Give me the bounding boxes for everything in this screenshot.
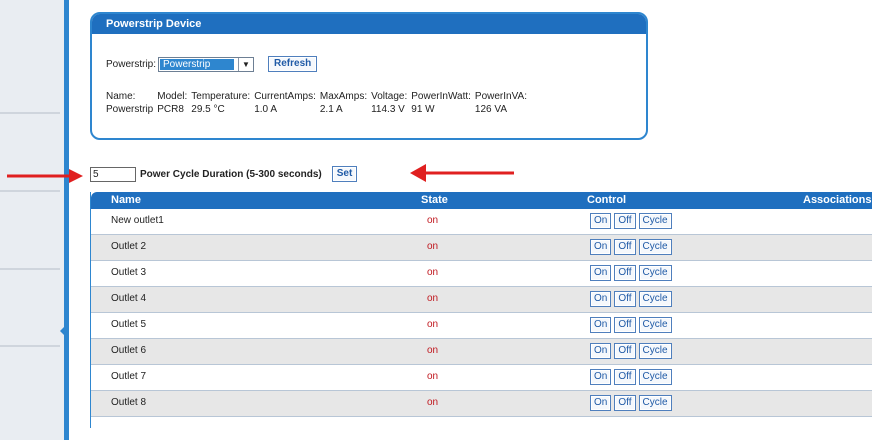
info-power-va: PowerInVA: 126 VA <box>474 91 527 115</box>
outlet-name: Outlet 8 <box>111 397 147 408</box>
duration-label: Power Cycle Duration (5-300 seconds) <box>140 168 322 180</box>
powerstrip-device-panel: Powerstrip Device Powerstrip: Powerstrip… <box>90 12 648 140</box>
header-name: Name <box>111 194 141 206</box>
powerstrip-selected-value: Powerstrip <box>160 58 235 70</box>
set-button[interactable]: Set <box>331 166 358 182</box>
outlet-name: Outlet 3 <box>111 267 147 278</box>
outlet-cycle-button[interactable]: Cycle <box>638 239 672 255</box>
outlet-controls: On Off Cycle <box>590 317 672 333</box>
outlet-off-button[interactable]: Off <box>614 369 636 385</box>
outlet-on-button[interactable]: On <box>590 239 612 255</box>
table-header: Name State Control Associations <box>91 192 872 209</box>
info-current-amps: CurrentAmps: 1.0 A <box>254 91 316 115</box>
outlet-on-button[interactable]: On <box>590 265 612 281</box>
outlet-name: Outlet 2 <box>111 241 147 252</box>
outlet-cycle-button[interactable]: Cycle <box>638 265 672 281</box>
outlet-controls: On Off Cycle <box>590 291 672 307</box>
header-control: Control <box>587 194 627 206</box>
outlet-state: on <box>427 397 439 408</box>
nav-tab-divider <box>0 345 60 347</box>
outlet-state: on <box>427 241 439 252</box>
table-row: New outlet1 on On Off Cycle <box>91 209 872 235</box>
info-max-amps: MaxAmps: 2.1 A <box>319 91 368 115</box>
outlet-name: Outlet 6 <box>111 345 147 356</box>
powerstrip-select-row: Powerstrip: Powerstrip ▼ Refresh <box>106 56 318 72</box>
nav-tab-divider <box>0 268 60 270</box>
outlet-on-button[interactable]: On <box>590 291 612 307</box>
outlet-controls: On Off Cycle <box>590 395 672 411</box>
outlet-controls: On Off Cycle <box>590 369 672 385</box>
left-nav-panel <box>0 0 65 440</box>
outlet-on-button[interactable]: On <box>590 395 612 411</box>
info-name: Name: Powerstrip <box>106 91 154 115</box>
outlet-on-button[interactable]: On <box>590 343 612 359</box>
outlet-on-button[interactable]: On <box>590 213 612 229</box>
header-state: State <box>421 194 448 206</box>
annotation-arrow-left-icon <box>410 164 514 182</box>
outlet-controls: On Off Cycle <box>590 265 672 281</box>
annotation-arrow-right-icon <box>7 169 83 183</box>
nav-tab-divider <box>0 190 60 192</box>
table-row: Outlet 6 on On Off Cycle <box>91 339 872 365</box>
outlet-state: on <box>427 215 439 226</box>
outlet-off-button[interactable]: Off <box>614 291 636 307</box>
info-model: Model: PCR8 <box>157 91 188 115</box>
outlet-state: on <box>427 267 439 278</box>
powerstrip-select[interactable]: Powerstrip ▼ <box>158 56 255 72</box>
outlet-off-button[interactable]: Off <box>614 395 636 411</box>
power-cycle-duration-row: 5 Power Cycle Duration (5-300 seconds) S… <box>90 166 358 182</box>
outlet-name: Outlet 5 <box>111 319 147 330</box>
powerstrip-label: Powerstrip: <box>106 58 157 70</box>
table-row: Outlet 5 on On Off Cycle <box>91 313 872 339</box>
outlet-cycle-button[interactable]: Cycle <box>638 343 672 359</box>
outlet-name: New outlet1 <box>111 215 164 226</box>
nav-tab-divider <box>0 112 60 114</box>
outlet-controls: On Off Cycle <box>590 239 672 255</box>
collapse-handle-icon[interactable] <box>60 326 65 336</box>
table-row: Outlet 4 on On Off Cycle <box>91 287 872 313</box>
header-associations: Associations <box>803 194 872 206</box>
outlet-off-button[interactable]: Off <box>614 239 636 255</box>
outlet-off-button[interactable]: Off <box>614 343 636 359</box>
outlet-off-button[interactable]: Off <box>614 317 636 333</box>
panel-title: Powerstrip Device <box>92 14 646 34</box>
outlet-cycle-button[interactable]: Cycle <box>638 317 672 333</box>
outlet-cycle-button[interactable]: Cycle <box>638 395 672 411</box>
info-power-watt: PowerInWatt: 91 W <box>411 91 471 115</box>
table-row: Outlet 2 on On Off Cycle <box>91 235 872 261</box>
outlet-cycle-button[interactable]: Cycle <box>638 213 672 229</box>
chevron-down-icon[interactable]: ▼ <box>238 57 253 71</box>
outlet-name: Outlet 7 <box>111 371 147 382</box>
info-voltage: Voltage: 114.3 V <box>371 91 408 115</box>
nav-border <box>64 0 69 440</box>
outlet-off-button[interactable]: Off <box>614 265 636 281</box>
outlet-state: on <box>427 293 439 304</box>
outlet-state: on <box>427 371 439 382</box>
outlet-name: Outlet 4 <box>111 293 147 304</box>
info-temperature: Temperature: 29.5 °C <box>191 91 251 115</box>
refresh-button[interactable]: Refresh <box>268 56 318 72</box>
device-info: Name: Powerstrip Model: PCR8 Temperature: 2… <box>106 90 527 116</box>
outlet-state: on <box>427 345 439 356</box>
duration-input[interactable]: 5 <box>90 166 136 182</box>
outlet-on-button[interactable]: On <box>590 317 612 333</box>
table-row: Outlet 3 on On Off Cycle <box>91 261 872 287</box>
table-row: Outlet 8 on On Off Cycle <box>91 391 872 417</box>
outlet-controls: On Off Cycle <box>590 213 672 229</box>
outlet-cycle-button[interactable]: Cycle <box>638 291 672 307</box>
outlet-state: on <box>427 319 439 330</box>
outlet-controls: On Off Cycle <box>590 343 672 359</box>
outlet-on-button[interactable]: On <box>590 369 612 385</box>
outlet-cycle-button[interactable]: Cycle <box>638 369 672 385</box>
outlet-off-button[interactable]: Off <box>614 213 636 229</box>
table-row: Outlet 7 on On Off Cycle <box>91 365 872 391</box>
outlet-table: Name State Control Associations New outl… <box>90 192 872 428</box>
